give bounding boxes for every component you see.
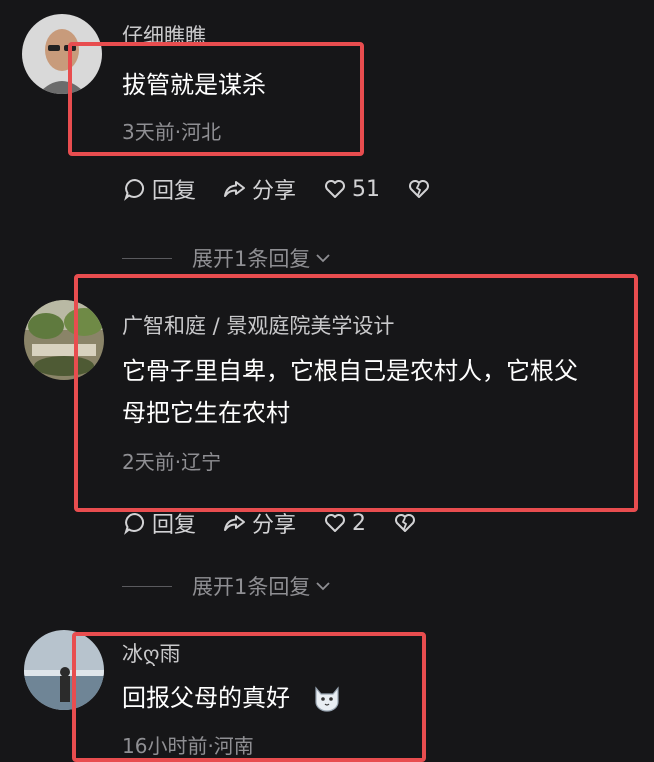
expand-replies-1[interactable]: 展开1条回复 — [122, 243, 332, 273]
comment-1-actions: 回复 分享 51 — [122, 174, 462, 204]
share-icon — [224, 515, 246, 531]
chevron-down-icon — [316, 582, 331, 591]
heart-icon — [325, 514, 346, 532]
share-button[interactable]: 分享 — [222, 173, 296, 205]
expand-replies-2[interactable]: 展开1条回复 — [122, 571, 332, 601]
highlight-box-1 — [68, 42, 364, 156]
comment-icon — [124, 512, 144, 535]
broken-heart-icon — [395, 514, 416, 532]
like-count: 2 — [352, 510, 367, 536]
share-icon — [224, 181, 246, 197]
chevron-down-icon — [316, 254, 331, 263]
heart-icon — [325, 180, 346, 198]
reply-button[interactable]: 回复 — [122, 173, 196, 205]
like-count: 51 — [352, 176, 381, 202]
divider-line — [122, 585, 172, 587]
dislike-button[interactable] — [406, 176, 436, 202]
comment-2-actions: 回复 分享 2 — [122, 508, 448, 538]
divider-line — [122, 257, 172, 259]
share-label: 分享 — [252, 179, 297, 204]
reply-label: 回复 — [152, 179, 197, 204]
broken-heart-icon — [409, 180, 430, 198]
highlight-box-3 — [72, 632, 426, 762]
expand-replies-label: 展开1条回复 — [192, 247, 311, 271]
like-button[interactable]: 2 — [322, 510, 366, 536]
comment-icon — [124, 178, 144, 201]
like-button[interactable]: 51 — [322, 176, 380, 202]
expand-replies-label: 展开1条回复 — [192, 575, 311, 599]
highlight-box-2 — [74, 274, 638, 512]
dislike-button[interactable] — [392, 510, 422, 536]
